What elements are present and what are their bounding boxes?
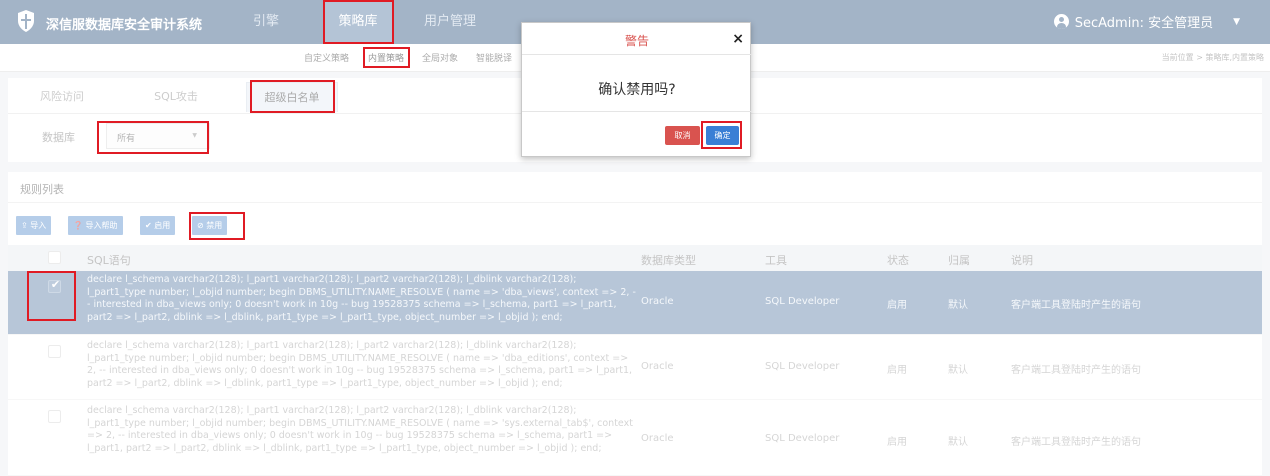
highlight-box	[27, 271, 76, 321]
highlight-box	[701, 121, 742, 149]
divider	[522, 54, 752, 55]
divider	[522, 111, 752, 112]
close-icon[interactable]: ×	[732, 31, 744, 47]
dialog-title: 警告	[624, 34, 649, 48]
highlight-box	[97, 121, 209, 154]
highlight-box	[250, 80, 335, 113]
highlight-box	[363, 47, 410, 68]
confirm-dialog: 警告 × 确认禁用吗? 取消 确定	[521, 22, 752, 157]
dialog-message: 确认禁用吗?	[598, 82, 676, 98]
cancel-button[interactable]: 取消	[665, 126, 700, 145]
highlight-box	[189, 212, 245, 240]
highlight-box	[323, 0, 394, 44]
